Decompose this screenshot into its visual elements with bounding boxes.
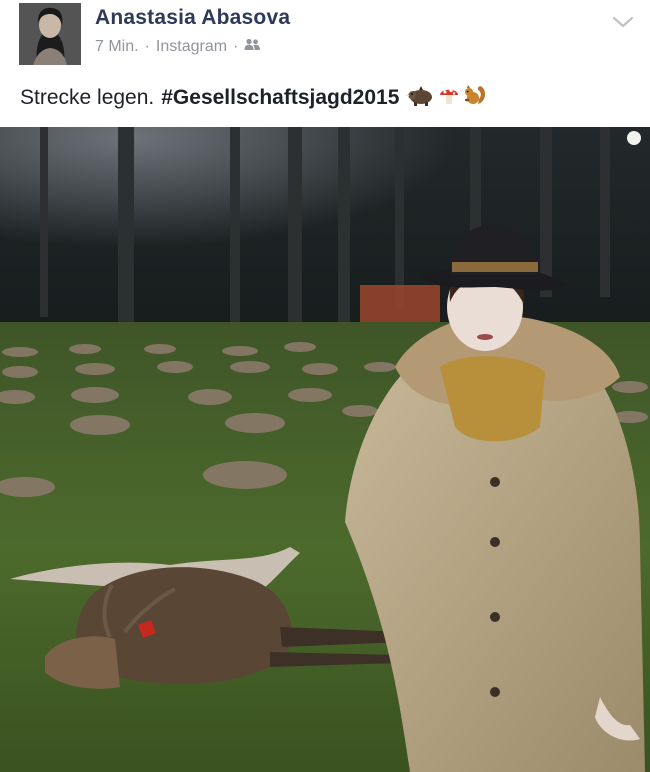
- avatar[interactable]: [19, 3, 81, 65]
- avatar-image: [19, 3, 81, 65]
- post-text: Strecke legen. #Gesellschaftsjagd2015: [20, 84, 487, 112]
- squirrel-icon: [463, 84, 487, 112]
- post-time[interactable]: 7 Min.: [95, 38, 139, 56]
- author-name[interactable]: Anastasia Abasova: [95, 6, 290, 30]
- meta-separator-2: ·: [233, 38, 239, 55]
- emoji-group: [405, 84, 487, 112]
- chevron-down-icon[interactable]: [610, 12, 636, 32]
- hashtag-link[interactable]: #Gesellschaftsjagd2015: [161, 86, 399, 110]
- meta-separator: ·: [144, 38, 150, 55]
- post-photo[interactable]: [0, 127, 650, 772]
- post-source[interactable]: Instagram: [156, 38, 227, 56]
- boar-icon: [405, 84, 435, 112]
- post-header: Anastasia Abasova 7 Min. · Instagram ·: [0, 0, 650, 70]
- post-meta: 7 Min. · Instagram ·: [95, 38, 261, 56]
- photo-scene: [0, 127, 650, 772]
- mushroom-icon: [438, 84, 460, 112]
- friends-icon[interactable]: [244, 38, 261, 56]
- post-text-plain: Strecke legen.: [20, 86, 155, 109]
